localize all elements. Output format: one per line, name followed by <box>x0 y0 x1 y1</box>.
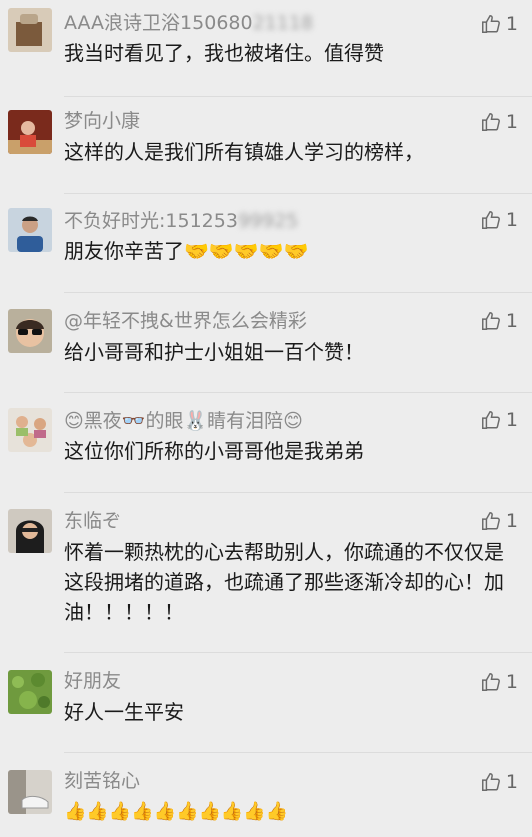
avatar[interactable] <box>8 770 52 814</box>
thumbs-up-icon <box>480 13 502 35</box>
commenter-name[interactable]: 😊黑夜👓的眼🐰睛有泪陪😊 <box>64 410 303 432</box>
thumbs-up-icon <box>480 409 502 431</box>
like-button[interactable]: 1 <box>480 770 518 794</box>
commenter-name[interactable]: AAA浪诗卫浴15068021118 <box>64 12 313 34</box>
like-count: 1 <box>505 671 518 693</box>
divider <box>64 292 532 293</box>
thumbs-up-icon <box>480 771 502 793</box>
like-count: 1 <box>505 771 518 793</box>
thumbs-up-icon <box>480 671 502 693</box>
comment-text: 怀着一颗热枕的心去帮助别人，你疏通的不仅仅是这段拥堵的道路，也疏通了那些逐渐冷却… <box>64 540 504 624</box>
like-count: 1 <box>505 111 518 133</box>
avatar[interactable] <box>8 110 52 154</box>
like-count: 1 <box>505 409 518 431</box>
like-button[interactable]: 1 <box>480 408 518 432</box>
commenter-name[interactable]: 好朋友 <box>64 670 121 692</box>
like-button[interactable]: 1 <box>480 110 518 134</box>
avatar[interactable] <box>8 408 52 452</box>
divider <box>64 652 532 653</box>
blurred-phone-digits: 99925 <box>237 210 299 232</box>
thumbs-up-icon <box>480 209 502 231</box>
like-count: 1 <box>505 310 518 332</box>
comment-text: 我当时看见了，我也被堵住。值得赞 <box>64 41 384 65</box>
like-count: 1 <box>505 510 518 532</box>
like-button[interactable]: 1 <box>480 309 518 333</box>
divider <box>64 492 532 493</box>
comment-text: 这位你们所称的小哥哥他是我弟弟 <box>64 439 364 463</box>
like-button[interactable]: 1 <box>480 509 518 533</box>
commenter-name[interactable]: 刻苦铭心 <box>64 770 140 792</box>
avatar[interactable] <box>8 670 52 714</box>
avatar[interactable] <box>8 8 52 52</box>
avatar[interactable] <box>8 509 52 553</box>
like-button[interactable]: 1 <box>480 208 518 232</box>
thumbs-up-icon <box>480 111 502 133</box>
divider <box>64 96 532 97</box>
thumbs-up-icon <box>480 510 502 532</box>
like-button[interactable]: 1 <box>480 12 518 36</box>
commenter-name[interactable]: 东临ぞ <box>64 510 121 532</box>
comment-text: 👍👍👍👍👍👍👍👍👍👍 <box>64 801 289 822</box>
divider <box>64 752 532 753</box>
comment-text: 朋友你辛苦了🤝🤝🤝🤝🤝 <box>64 239 309 263</box>
commenter-name[interactable]: 梦向小康 <box>64 110 140 132</box>
commenter-name[interactable]: @年轻不拽&世界怎么会精彩 <box>64 310 307 332</box>
blurred-phone-digits: 21118 <box>252 12 314 34</box>
avatar[interactable] <box>8 309 52 353</box>
commenter-name[interactable]: 不负好时光:15125399925 <box>64 210 298 232</box>
comment-text: 给小哥哥和护士小姐姐一百个赞！ <box>64 340 364 364</box>
like-count: 1 <box>505 13 518 35</box>
divider <box>64 392 532 393</box>
divider <box>64 193 532 194</box>
like-count: 1 <box>505 209 518 231</box>
comment-text: 好人一生平安 <box>64 700 184 724</box>
comment-text: 这样的人是我们所有镇雄人学习的榜样， <box>64 140 424 164</box>
like-button[interactable]: 1 <box>480 670 518 694</box>
avatar[interactable] <box>8 208 52 252</box>
thumbs-up-icon <box>480 310 502 332</box>
